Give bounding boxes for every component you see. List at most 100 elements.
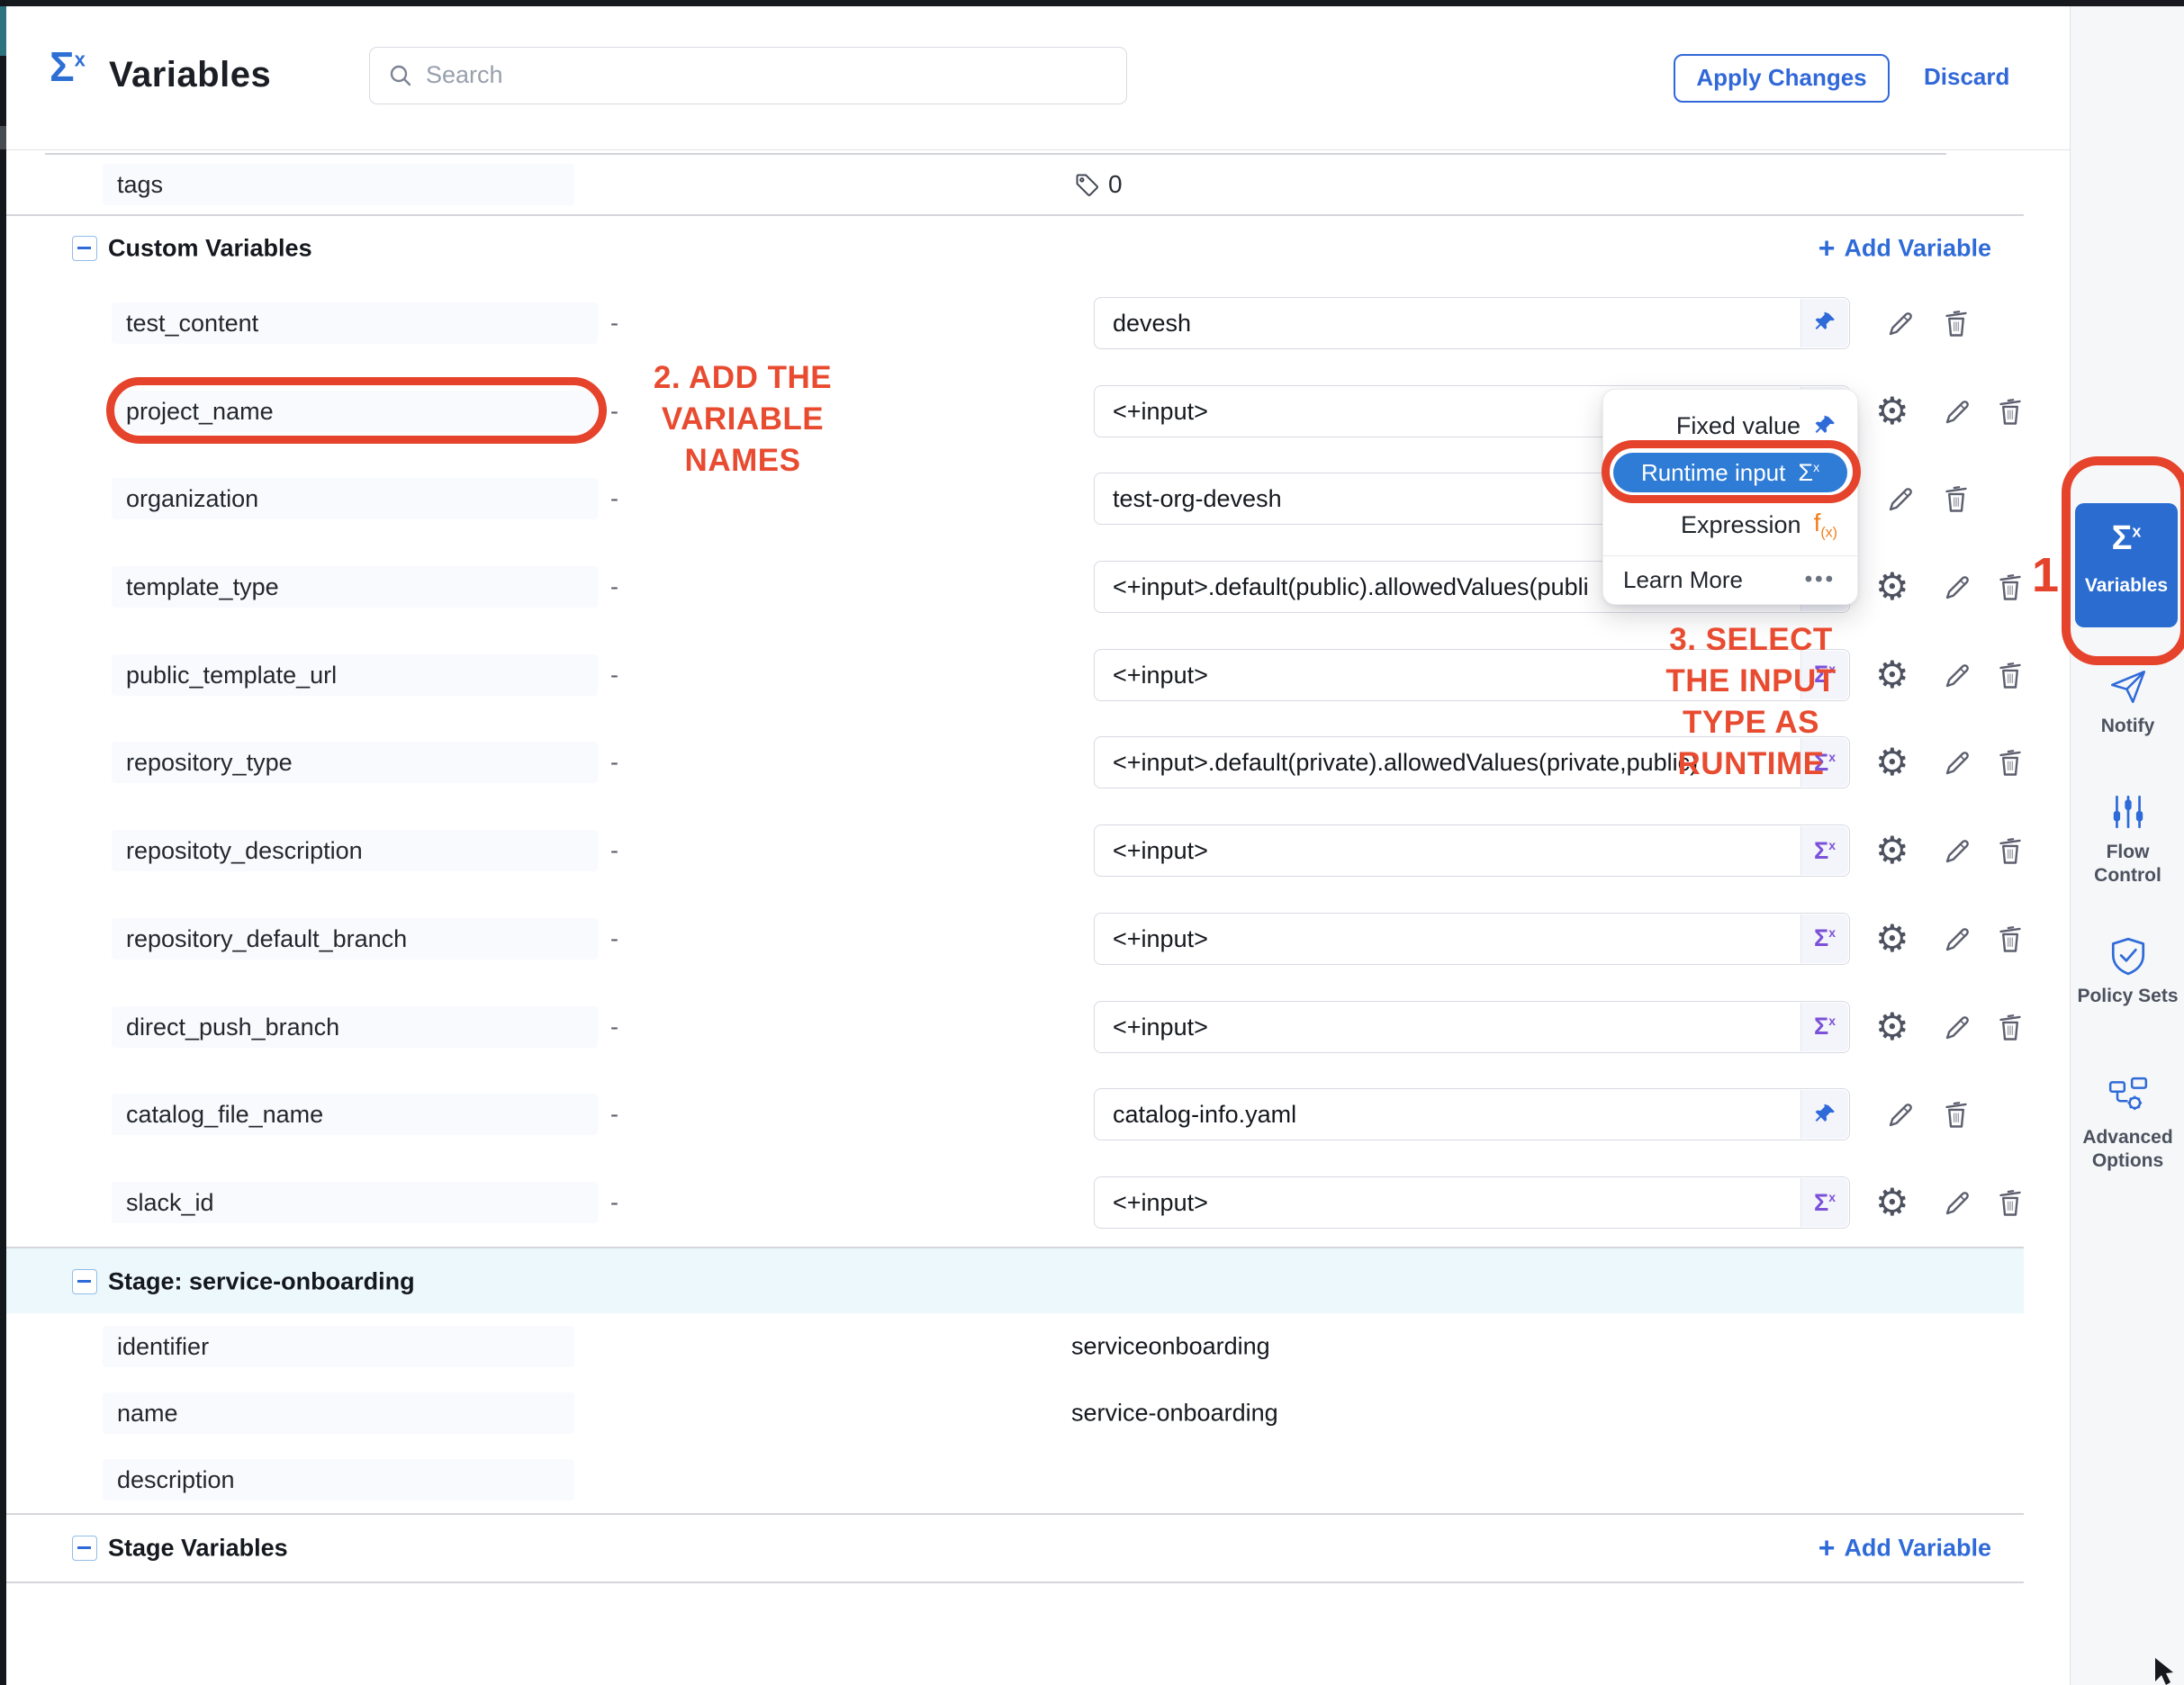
variable-name-field[interactable]: repositoty_description — [112, 830, 598, 871]
sigma-x-icon: Σx — [1814, 926, 1836, 951]
table-top-divider — [45, 153, 1946, 155]
search-input[interactable] — [424, 51, 1112, 98]
description-placeholder: - — [610, 749, 618, 777]
delete-button[interactable] — [1994, 659, 2026, 691]
delete-icon — [1994, 659, 2026, 691]
variable-name-field[interactable]: slack_id — [112, 1182, 598, 1223]
mouse-cursor — [2153, 1658, 2180, 1685]
delete-icon — [1940, 482, 1972, 515]
apply-changes-button[interactable]: Apply Changes — [1674, 54, 1890, 103]
variable-value-input[interactable]: <+input>Σx — [1094, 1001, 1850, 1053]
runtime-input-badge[interactable]: Σx — [1800, 826, 1848, 875]
variable-name-field[interactable]: organization — [112, 478, 598, 519]
variable-value-input[interactable]: <+input>Σx — [1094, 913, 1850, 965]
stage-field-value: serviceonboarding — [1071, 1333, 1270, 1361]
variable-name-field[interactable]: repository_default_branch — [112, 918, 598, 960]
edit-icon — [1942, 923, 1974, 955]
stage-section-title: Stage: service-onboarding — [108, 1268, 415, 1296]
annotation-step2: 2. ADD THE VARIABLE NAMES — [558, 357, 927, 482]
edit-button[interactable] — [1942, 395, 1974, 428]
edit-icon — [1942, 834, 1974, 867]
sidebar-item-notify[interactable]: Notify — [2071, 665, 2184, 738]
delete-button[interactable] — [1940, 307, 1972, 339]
ellipsis-icon: ••• — [1805, 567, 1836, 592]
delete-button[interactable] — [1994, 1011, 2026, 1043]
description-placeholder: - — [610, 924, 618, 952]
left-scrollbar-thumb[interactable] — [0, 126, 6, 149]
settings-button[interactable]: ⚙ — [1875, 1008, 1909, 1046]
description-placeholder: - — [610, 661, 618, 689]
delete-button[interactable] — [1994, 746, 2026, 779]
edit-button[interactable] — [1942, 659, 1974, 691]
variable-name-field[interactable]: repository_type — [112, 742, 598, 783]
variable-name-field[interactable]: template_type — [112, 566, 598, 608]
settings-button[interactable]: ⚙ — [1875, 832, 1909, 870]
delete-button[interactable] — [1994, 395, 2026, 428]
discard-button[interactable]: Discard — [1924, 63, 2009, 91]
edit-button[interactable] — [1942, 923, 1974, 955]
add-variable-button[interactable]: +Add Variable — [1818, 232, 1991, 266]
delete-button[interactable] — [1940, 1098, 1972, 1131]
learn-more-item[interactable]: Learn More ••• — [1603, 556, 1857, 603]
variable-name-field[interactable]: direct_push_branch — [112, 1006, 598, 1048]
sidebar-item-flow-control[interactable]: Flow Control — [2071, 791, 2184, 888]
variable-name-field[interactable]: public_template_url — [112, 654, 598, 696]
add-variable-button[interactable]: +Add Variable — [1818, 1532, 1991, 1565]
fixed-value-pin[interactable] — [1800, 1090, 1848, 1139]
sidebar-item-advanced-options[interactable]: Advanced Options — [2071, 1075, 2184, 1173]
dropdown-item-expression[interactable]: Expressionf(x) — [1603, 503, 1857, 546]
delete-button[interactable] — [1994, 923, 2026, 955]
settings-button[interactable]: ⚙ — [1875, 920, 1909, 958]
variable-name-field[interactable]: test_content — [112, 302, 598, 344]
description-placeholder: - — [610, 837, 618, 865]
delete-icon — [1994, 571, 2026, 603]
delete-button[interactable] — [1994, 1186, 2026, 1219]
sidebar-item-policy-sets[interactable]: Policy Sets — [2071, 935, 2184, 1008]
variable-value-input[interactable]: catalog-info.yaml — [1094, 1088, 1850, 1140]
edit-icon — [1942, 1011, 1974, 1043]
settings-icon: ⚙ — [1875, 564, 1909, 608]
edit-icon — [1942, 395, 1974, 428]
runtime-input-badge[interactable]: Σx — [1800, 915, 1848, 963]
delete-icon — [1994, 923, 2026, 955]
variable-value-input[interactable]: <+input>Σx — [1094, 824, 1850, 877]
pin-icon — [1813, 414, 1837, 438]
settings-icon: ⚙ — [1875, 1180, 1909, 1224]
stage-field-name[interactable]: description — [103, 1459, 574, 1500]
variable-name-field[interactable]: tags — [103, 164, 574, 205]
runtime-input-badge[interactable]: Σx — [1800, 1003, 1848, 1051]
stage-field-name[interactable]: name — [103, 1392, 574, 1434]
variable-value-input[interactable]: devesh — [1094, 297, 1850, 349]
collapse-icon[interactable] — [72, 236, 97, 261]
delete-icon — [1994, 1011, 2026, 1043]
fixed-value-pin[interactable] — [1800, 299, 1848, 347]
edit-icon — [1942, 659, 1974, 691]
collapse-icon[interactable] — [72, 1269, 97, 1294]
variable-value-input[interactable]: <+input>Σx — [1094, 1176, 1850, 1229]
search-icon — [386, 61, 415, 90]
delete-button[interactable] — [1994, 834, 2026, 867]
settings-button[interactable]: ⚙ — [1875, 392, 1909, 430]
edit-button[interactable] — [1942, 571, 1974, 603]
edit-button[interactable] — [1942, 834, 1974, 867]
policy-sets-icon — [2107, 935, 2149, 977]
edit-button[interactable] — [1885, 482, 1918, 515]
delete-button[interactable] — [1994, 571, 2026, 603]
collapse-icon[interactable] — [72, 1536, 97, 1561]
variable-name-field[interactable]: catalog_file_name — [112, 1094, 598, 1135]
stage-field-name[interactable]: identifier — [103, 1326, 574, 1367]
edit-button[interactable] — [1885, 1098, 1918, 1131]
description-placeholder: - — [610, 309, 618, 337]
plus-icon: + — [1818, 232, 1836, 265]
edit-button[interactable] — [1942, 1011, 1974, 1043]
edit-icon — [1942, 1186, 1974, 1219]
delete-button[interactable] — [1940, 482, 1972, 515]
delete-icon — [1940, 307, 1972, 339]
variable-row-test_content: test_content- devesh — [0, 279, 2024, 368]
edit-button[interactable] — [1942, 746, 1974, 779]
edit-button[interactable] — [1885, 307, 1918, 339]
settings-button[interactable]: ⚙ — [1875, 568, 1909, 606]
settings-button[interactable]: ⚙ — [1875, 1184, 1909, 1221]
runtime-input-badge[interactable]: Σx — [1800, 1178, 1848, 1227]
edit-button[interactable] — [1942, 1186, 1974, 1219]
